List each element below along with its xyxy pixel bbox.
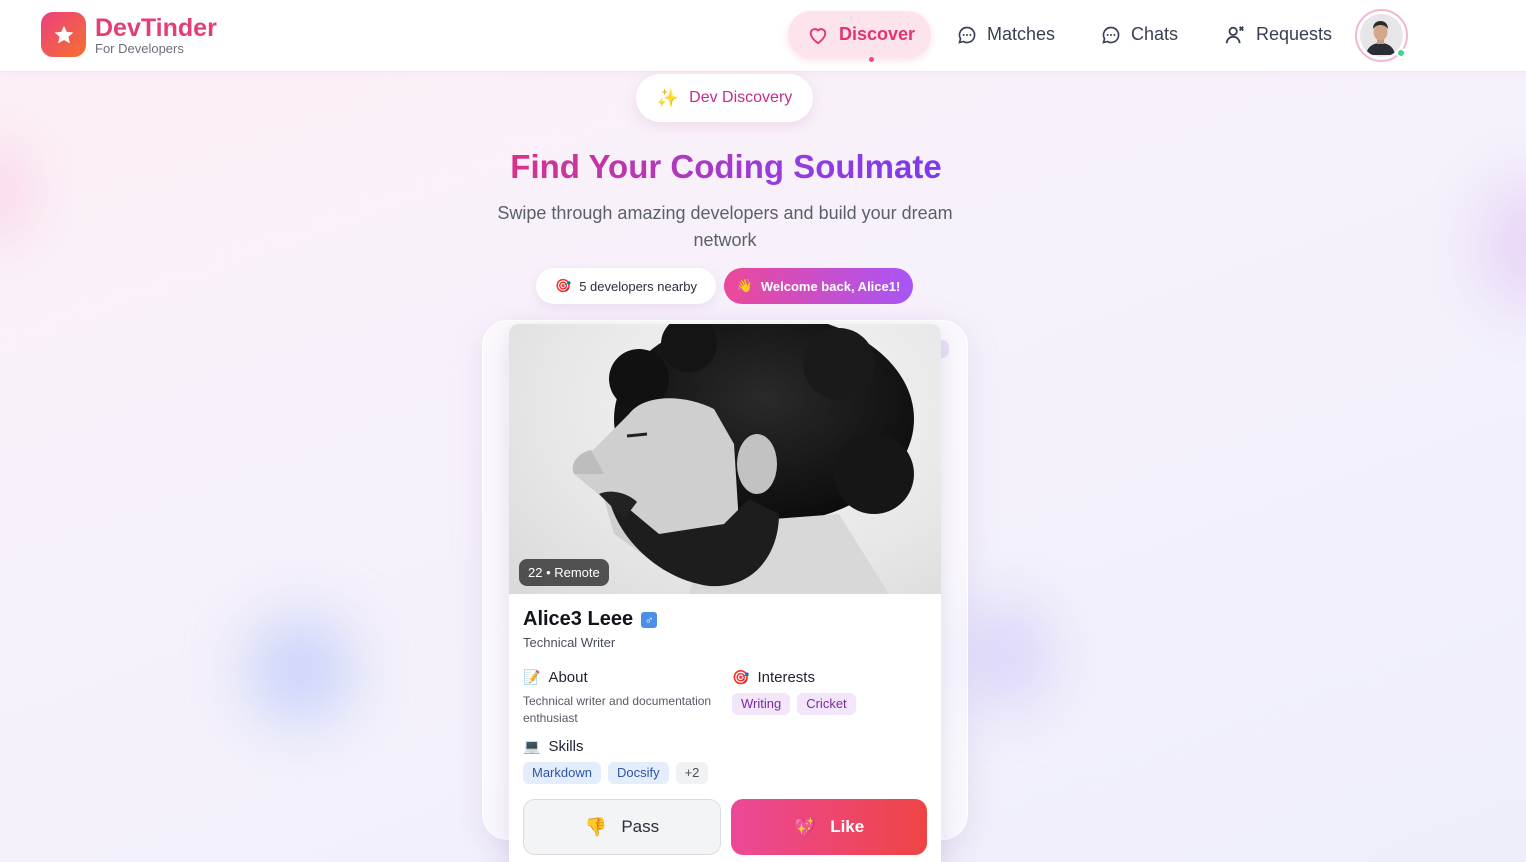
nav-matches[interactable]: Matches bbox=[957, 11, 1055, 58]
profile-photo: 22 • Remote bbox=[509, 324, 941, 594]
avatar-image bbox=[1360, 14, 1401, 55]
background-blob bbox=[960, 600, 1050, 710]
interests-title: Interests bbox=[757, 669, 815, 686]
page-title: Find Your Coding Soulmate bbox=[510, 148, 942, 185]
pass-label: Pass bbox=[621, 817, 660, 836]
profile-name: Alice3 Leee bbox=[523, 608, 634, 630]
interest-tag: Cricket bbox=[797, 693, 856, 715]
about-title: About bbox=[548, 669, 588, 686]
profile-details: Alice3 Leee ♂ Technical Writer 📝 About T… bbox=[523, 608, 927, 784]
age-location-badge: 22 • Remote bbox=[519, 559, 609, 586]
profile-card[interactable]: 22 • Remote Alice3 Leee ♂ Technical Writ… bbox=[509, 324, 941, 862]
sparkles-icon: ✨ bbox=[656, 87, 680, 108]
skills-section: 💻 Skills Markdown Docsify +2 bbox=[523, 738, 783, 784]
nav-requests-label: Requests bbox=[1256, 24, 1333, 44]
message-icon bbox=[1102, 26, 1120, 44]
thumbs-down-icon: 👎 bbox=[584, 816, 608, 837]
dev-discovery-pill: ✨ Dev Discovery bbox=[636, 74, 813, 122]
laptop-icon: 💻 bbox=[523, 738, 541, 754]
nav-chats[interactable]: Chats bbox=[1101, 11, 1178, 58]
brand-logo[interactable]: DevTinder For Developers bbox=[41, 12, 217, 57]
brand-subtitle: For Developers bbox=[95, 40, 184, 56]
brand-title: DevTinder bbox=[95, 13, 217, 42]
nav-matches-label: Matches bbox=[987, 24, 1056, 44]
about-text: Technical writer and documentation enthu… bbox=[523, 694, 712, 725]
nearby-label: 5 developers nearby bbox=[579, 278, 697, 294]
chat-bubble-icon bbox=[958, 26, 976, 44]
target-icon: 🎯 bbox=[732, 669, 750, 685]
wave-icon: 👋 bbox=[736, 278, 753, 293]
interest-tag: Writing bbox=[732, 693, 791, 715]
nav-chats-label: Chats bbox=[1131, 24, 1179, 44]
heart-icon: 💖 bbox=[793, 816, 817, 837]
top-navbar: DevTinder For Developers Discover Matche… bbox=[0, 0, 1526, 72]
welcome-label: Welcome back, Alice1! bbox=[760, 278, 901, 294]
like-label: Like bbox=[830, 817, 865, 836]
male-icon: ♂ bbox=[641, 611, 658, 628]
nearby-developers-chip: 🎯 5 developers nearby bbox=[536, 268, 716, 304]
nav-requests[interactable]: Requests bbox=[1224, 11, 1332, 58]
target-icon: 🎯 bbox=[555, 278, 572, 293]
background-blob bbox=[1480, 180, 1526, 310]
page-subtitle: Swipe through amazing developers and bui… bbox=[497, 203, 953, 250]
skills-title: Skills bbox=[548, 738, 584, 755]
about-section: 📝 About Technical writer and documentati… bbox=[523, 669, 723, 727]
welcome-chip: 👋 Welcome back, Alice1! bbox=[724, 268, 913, 304]
skill-tag: Markdown bbox=[523, 762, 601, 784]
online-status-indicator bbox=[1396, 48, 1406, 58]
dev-discovery-label: Dev Discovery bbox=[689, 89, 793, 106]
nav-discover[interactable]: Discover bbox=[788, 11, 931, 58]
star-icon bbox=[41, 12, 86, 57]
like-button[interactable]: 💖 Like bbox=[731, 799, 927, 855]
heart-icon bbox=[809, 27, 827, 44]
interests-section: 🎯 Interests Writing Cricket bbox=[732, 669, 932, 715]
user-request-icon bbox=[1225, 25, 1244, 43]
nav-discover-label: Discover bbox=[839, 24, 916, 44]
pass-button[interactable]: 👎 Pass bbox=[523, 799, 721, 855]
background-blob bbox=[245, 615, 355, 725]
memo-icon: 📝 bbox=[523, 669, 541, 685]
profile-role: Technical Writer bbox=[523, 635, 616, 650]
skill-tag: Docsify bbox=[607, 762, 669, 784]
active-indicator bbox=[869, 57, 874, 62]
more-skills-tag: +2 bbox=[675, 762, 709, 784]
